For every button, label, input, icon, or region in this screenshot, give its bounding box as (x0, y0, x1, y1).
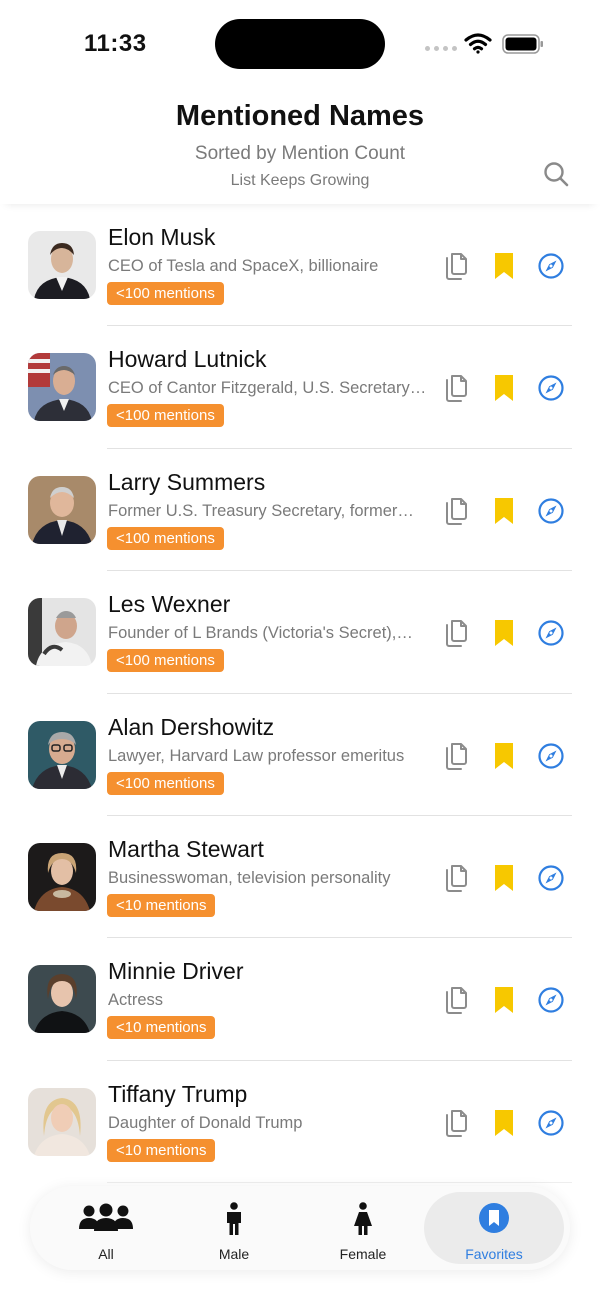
avatar (28, 720, 96, 789)
copy-icon[interactable] (442, 373, 470, 403)
person-name: Howard Lutnick (108, 346, 267, 373)
tab-female[interactable]: Female (293, 1192, 433, 1264)
names-list: Elon Musk CEO of Tesla and SpaceX, billi… (0, 204, 600, 1184)
tab-label: All (98, 1246, 114, 1262)
copy-icon[interactable] (442, 985, 470, 1015)
tab-male[interactable]: Male (164, 1192, 304, 1264)
list-item[interactable]: Minnie Driver Actress <10 mentions (0, 938, 600, 1061)
bookmark-icon[interactable] (490, 373, 518, 403)
mention-badge: <10 mentions (107, 1016, 216, 1040)
list-item[interactable]: Martha Stewart Businesswoman, television… (0, 816, 600, 939)
compass-icon[interactable] (537, 496, 565, 526)
group-icon (79, 1203, 133, 1231)
status-time: 11:33 (84, 30, 147, 57)
bookmark-icon[interactable] (490, 496, 518, 526)
bookmark-icon[interactable] (490, 618, 518, 648)
compass-icon[interactable] (537, 985, 565, 1015)
male-icon (227, 1202, 241, 1235)
battery-icon (502, 34, 543, 54)
copy-icon[interactable] (442, 1108, 470, 1138)
compass-icon[interactable] (537, 1108, 565, 1138)
person-description: CEO of Tesla and SpaceX, billionaire (108, 257, 379, 275)
female-icon (354, 1202, 372, 1235)
person-description: Businesswoman, television personality (108, 868, 391, 887)
mention-badge: <100 mentions (107, 771, 224, 795)
bookmark-icon[interactable] (490, 251, 518, 281)
bookmark-icon[interactable] (490, 1108, 518, 1138)
copy-icon[interactable] (442, 251, 470, 281)
dynamic-island (215, 19, 385, 69)
mention-badge: <100 mentions (107, 404, 224, 428)
list-item[interactable]: Tiffany Trump Daughter of Donald Trump <… (0, 1061, 600, 1184)
avatar (28, 1087, 96, 1156)
avatar (28, 965, 96, 1034)
nav-header: Mentioned Names Sorted by Mention Count … (0, 80, 600, 204)
mention-badge: <100 mentions (107, 282, 224, 305)
bookmark-circle-icon (479, 1203, 509, 1233)
compass-icon[interactable] (537, 251, 565, 281)
compass-icon[interactable] (537, 863, 565, 893)
tab-label: Male (218, 1246, 250, 1262)
list-item[interactable]: Larry Summers Former U.S. Treasury Secre… (0, 449, 600, 572)
person-name: Larry Summers (108, 468, 266, 495)
mention-badge: <100 mentions (107, 649, 224, 673)
status-bar: 11:33 (0, 0, 600, 80)
person-description: Founder of L Brands (Victoria's Secret),… (108, 624, 413, 643)
signal-icon (425, 46, 457, 51)
person-description: CEO of Cantor Fitzgerald, U.S. Secretary… (108, 379, 427, 398)
person-name: Tiffany Trump (108, 1080, 248, 1107)
list-item[interactable]: Alan Dershowitz Lawyer, Harvard Law prof… (0, 694, 600, 816)
compass-icon[interactable] (537, 618, 565, 648)
person-name: Martha Stewart (108, 835, 264, 862)
person-name: Elon Musk (108, 224, 216, 250)
list-item[interactable]: Howard Lutnick CEO of Cantor Fitzgerald,… (0, 326, 600, 449)
page-subtitle: Sorted by Mention Count (194, 143, 406, 164)
mention-badge: <10 mentions (107, 1138, 216, 1162)
wifi-icon (464, 33, 492, 54)
person-description: Daughter of Donald Trump (108, 1113, 303, 1132)
copy-icon[interactable] (442, 496, 470, 526)
tab-favorites[interactable]: Favorites (424, 1192, 564, 1264)
tab-all[interactable]: All (36, 1192, 176, 1264)
mention-badge: <100 mentions (107, 526, 224, 550)
page-title: Mentioned Names (175, 100, 425, 132)
person-description: Actress (108, 991, 164, 1010)
person-name: Les Wexner (108, 591, 231, 618)
avatar (28, 598, 96, 667)
bookmark-icon[interactable] (490, 985, 518, 1015)
list-item[interactable]: Elon Musk CEO of Tesla and SpaceX, billi… (0, 204, 600, 327)
avatar (28, 353, 96, 422)
copy-icon[interactable] (442, 863, 470, 893)
list-item[interactable]: Les Wexner Founder of L Brands (Victoria… (0, 571, 600, 694)
bookmark-icon[interactable] (490, 741, 518, 771)
copy-icon[interactable] (442, 741, 470, 771)
compass-icon[interactable] (537, 373, 565, 403)
person-name: Minnie Driver (108, 958, 244, 985)
mention-badge: <10 mentions (107, 893, 216, 917)
avatar (28, 475, 96, 544)
person-name: Alan Dershowitz (108, 713, 275, 740)
compass-icon[interactable] (537, 741, 565, 771)
avatar (28, 842, 96, 911)
copy-icon[interactable] (442, 618, 470, 648)
avatar (28, 231, 96, 299)
tab-label: Favorites (465, 1246, 523, 1262)
search-icon[interactable] (542, 160, 570, 188)
tab-label: Female (339, 1246, 387, 1262)
bookmark-icon[interactable] (490, 863, 518, 893)
page-note: List Keeps Growing (230, 172, 370, 189)
person-description: Lawyer, Harvard Law professor emeritus (108, 746, 405, 765)
person-description: Former U.S. Treasury Secretary, former… (108, 501, 414, 520)
tab-bar: All Male Female Favorites (30, 1186, 570, 1270)
